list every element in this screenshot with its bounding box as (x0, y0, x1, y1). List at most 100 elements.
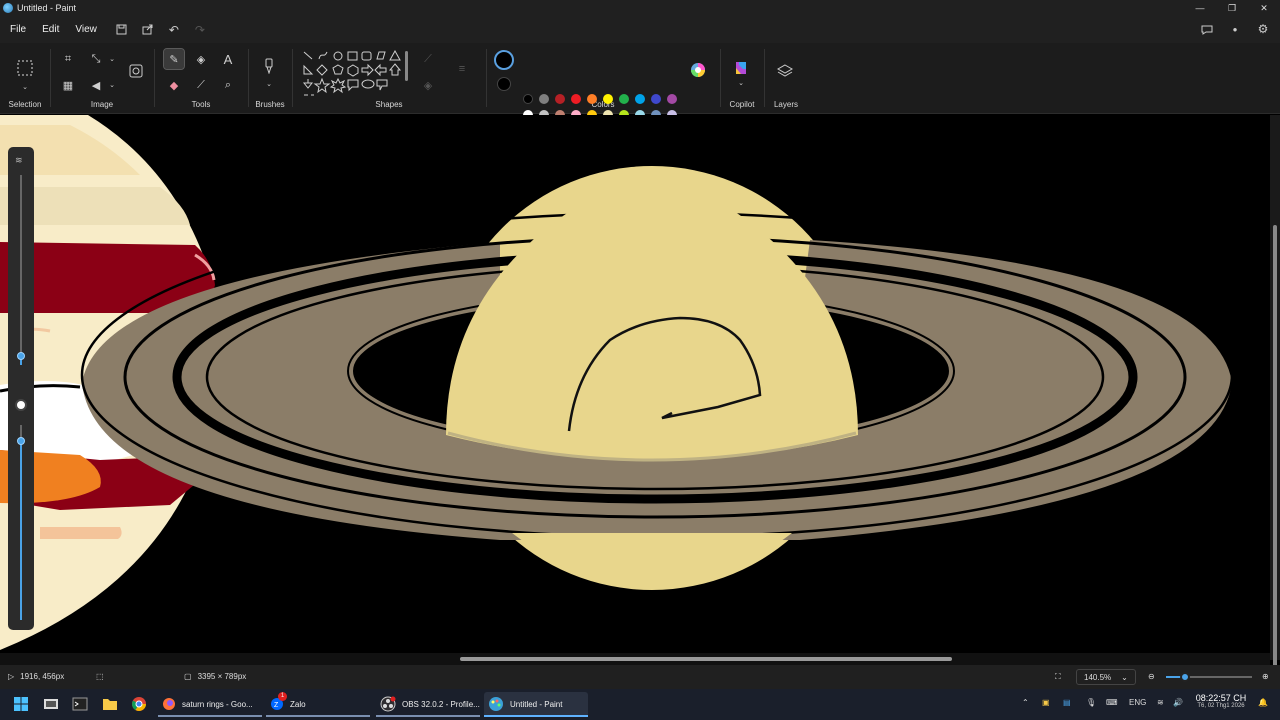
obs-icon (380, 696, 396, 714)
edit-colors-icon[interactable] (688, 60, 708, 80)
color-swatch[interactable] (667, 94, 677, 104)
color-swatch[interactable] (587, 94, 597, 104)
color-swatch[interactable] (523, 94, 533, 104)
windows-start-icon[interactable] (11, 694, 31, 714)
wifi-icon[interactable]: ≋ (1157, 698, 1164, 707)
undo-icon[interactable]: ↶ (161, 20, 187, 40)
fill-bucket-icon[interactable]: ◈ (191, 49, 211, 69)
zoom-slider[interactable] (1166, 672, 1252, 682)
clock-time: 08:22:57 CH (1195, 693, 1247, 703)
primary-color-swatch[interactable] (494, 50, 514, 70)
microphone-icon[interactable]: 🎙 (1086, 698, 1096, 707)
menu-file[interactable]: File (2, 20, 34, 40)
paint-icon (488, 696, 504, 714)
canvas-size-icon: ▢ (184, 672, 192, 681)
color-swatch[interactable] (603, 94, 613, 104)
vertical-scroll-thumb[interactable] (1273, 225, 1277, 695)
shapes-scrollbar[interactable] (405, 51, 408, 81)
taskbar-running-indicator (376, 715, 480, 717)
shape-size-icon[interactable]: ≡ (452, 59, 472, 79)
color-swatch[interactable] (571, 94, 581, 104)
brush-size-track[interactable] (20, 175, 22, 365)
rectangle-selection-icon[interactable] (14, 57, 36, 79)
menu-edit[interactable]: Edit (34, 20, 67, 40)
color-swatch[interactable] (539, 94, 549, 104)
canvas-size-text: 3395 × 789px (197, 672, 247, 681)
redo-icon[interactable]: ↷ (187, 20, 213, 40)
color-swatch[interactable] (651, 94, 661, 104)
outline-icon[interactable]: ⟋ (418, 49, 438, 69)
ribbon-divider (292, 49, 293, 107)
keyboard-icon[interactable]: ⌨ (1106, 698, 1118, 707)
flip-dropdown-icon[interactable]: ⌄ (102, 75, 122, 95)
zoom-dropdown[interactable]: 140.5% ⌄ (1076, 669, 1136, 685)
selection-dropdown-icon[interactable]: ⌄ (15, 77, 35, 97)
volume-icon[interactable]: 🔊 (1173, 698, 1183, 707)
language-indicator[interactable]: ENG (1129, 698, 1146, 707)
eraser-icon[interactable]: ◆ (164, 75, 184, 95)
secondary-color-swatch[interactable] (497, 77, 511, 91)
color-swatch[interactable] (635, 94, 645, 104)
crop-icon[interactable]: ⌗ (58, 49, 78, 69)
color-swatch[interactable] (555, 94, 565, 104)
chrome-icon[interactable] (129, 694, 149, 714)
image-label: Image (90, 100, 114, 109)
firefox-icon (162, 697, 176, 713)
system-clock[interactable]: 08:22:57 CH T6, 02 Thg1 2026 (1188, 693, 1254, 709)
taskbar-running-indicator (158, 715, 262, 717)
maximize-icon[interactable]: ❐ (1216, 0, 1248, 16)
opacity-slider[interactable] (17, 436, 25, 445)
taskbar-app-firefox[interactable]: saturn rings - Goo... (158, 692, 262, 717)
feedback-icon[interactable] (1194, 19, 1220, 39)
magnifier-icon[interactable]: ⌕ (218, 75, 238, 95)
paint-app-icon (3, 3, 13, 13)
share-icon[interactable] (135, 20, 161, 40)
tray-app-icon[interactable]: ▣ (1042, 698, 1050, 707)
brushes-dropdown-icon[interactable]: ⌄ (259, 74, 279, 94)
shapes-label: Shapes (375, 100, 403, 109)
taskbar-app-paint[interactable]: Untitled - Paint (484, 692, 588, 717)
brush-size-slider[interactable] (17, 351, 25, 360)
status-bar: ▷ 1916, 456px ⬚ ▢ 3395 × 789px ⛶ 140.5% … (0, 665, 1280, 689)
brush-icon[interactable] (259, 56, 279, 76)
menu-view[interactable]: View (67, 20, 105, 40)
zoom-in-icon[interactable]: ⊕ (1262, 672, 1269, 681)
ribbon-toolbar: ⌄ Selection ⌗ ⤡ ⌄ ▦ ◀ ⌄ Image ✎ ◈ A ◆ ⟋ … (0, 43, 1280, 136)
close-icon[interactable]: ✕ (1248, 0, 1280, 16)
taskbar-app-label: saturn rings - Goo... (182, 700, 253, 709)
layers-label: Layers (773, 100, 798, 109)
layers-icon[interactable] (775, 61, 795, 81)
taskbar-app-zalo[interactable]: Z 1 Zalo (266, 691, 370, 717)
task-view-icon[interactable] (41, 694, 61, 714)
color-swatch[interactable] (619, 94, 629, 104)
image-select-icon[interactable]: ▦ (58, 75, 78, 95)
cursor-position: ▷ 1916, 456px (8, 672, 64, 681)
save-icon[interactable] (109, 20, 135, 40)
background-removal-icon[interactable] (126, 61, 146, 81)
drawing-canvas[interactable] (0, 115, 1270, 653)
fill-style-icon[interactable]: ◈ (418, 75, 438, 95)
terminal-icon[interactable] (70, 694, 90, 714)
pencil-icon[interactable]: ✎ (163, 48, 185, 70)
horizontal-scrollbar[interactable] (0, 653, 1270, 665)
file-explorer-icon[interactable] (100, 694, 120, 714)
resize-dropdown-icon[interactable]: ⌄ (102, 49, 122, 69)
taskbar-app-obs[interactable]: OBS 32.0.2 - Profile... (376, 692, 480, 717)
show-hidden-icons-icon[interactable]: ⌃ (1022, 698, 1029, 707)
minimize-icon[interactable]: — (1184, 0, 1216, 16)
copilot-dropdown-icon[interactable]: ⌄ (731, 73, 751, 93)
shapes-gallery[interactable] (302, 50, 408, 100)
notifications-bell-icon[interactable]: 🔔 (1258, 698, 1268, 707)
vertical-scrollbar[interactable] (1270, 115, 1280, 695)
text-tool-icon[interactable]: A (218, 49, 238, 69)
color-picker-icon[interactable]: ⟋ (191, 75, 211, 95)
canvas-size: ▢ 3395 × 789px (184, 672, 246, 681)
fit-to-window-icon[interactable]: ⛶ (1055, 672, 1061, 682)
tray-app-icon-2[interactable]: ▤ (1063, 698, 1071, 707)
settings-gear-icon[interactable]: ⚙ (1250, 19, 1276, 39)
brush-size-icon: ≋ (15, 155, 23, 165)
zoom-out-icon[interactable]: ⊖ (1148, 672, 1155, 681)
horizontal-scroll-thumb[interactable] (460, 657, 952, 661)
zoom-slider-knob[interactable] (1179, 672, 1190, 682)
account-icon[interactable]: ● (1222, 19, 1248, 39)
